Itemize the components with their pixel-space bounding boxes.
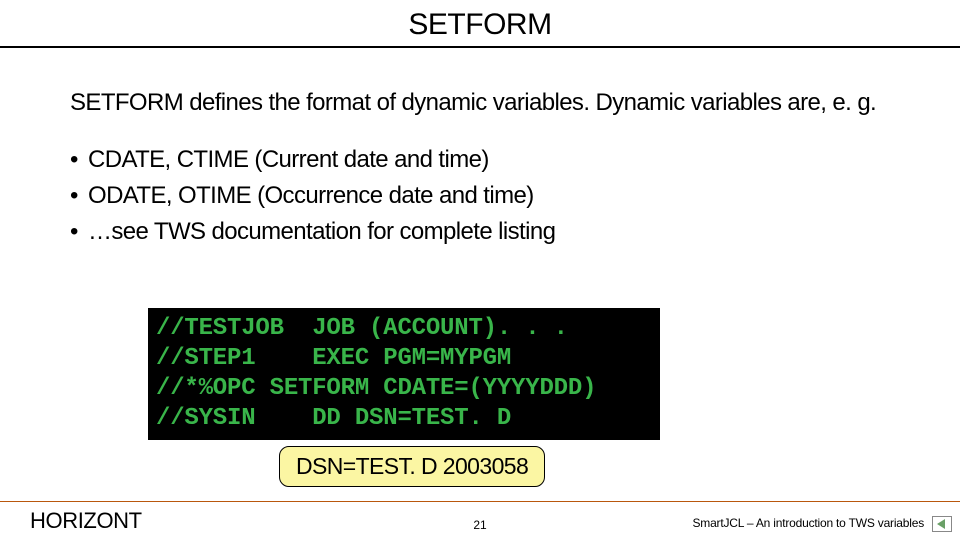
- back-icon[interactable]: [932, 516, 952, 532]
- bullet-dot: •: [70, 142, 88, 178]
- list-item-text: CDATE, CTIME (Current date and time): [88, 142, 489, 178]
- body-area: SETFORM defines the format of dynamic va…: [70, 88, 920, 250]
- list-item: • ODATE, OTIME (Occurrence date and time…: [70, 178, 920, 214]
- bullet-dot: •: [70, 214, 88, 250]
- list-item-text: …see TWS documentation for complete list…: [88, 214, 555, 250]
- code-line: //STEP1 EXEC PGM=MYPGM: [156, 345, 511, 372]
- footer-subtitle: SmartJCL – An introduction to TWS variab…: [692, 516, 924, 530]
- code-block: //TESTJOB JOB (ACCOUNT). . . //STEP1 EXE…: [148, 308, 660, 440]
- page-title: SETFORM: [0, 8, 960, 42]
- code-line: //SYSIN DD DSN=TEST. D: [156, 405, 511, 432]
- list-item: • …see TWS documentation for complete li…: [70, 214, 920, 250]
- bullet-dot: •: [70, 178, 88, 214]
- footer-divider: [0, 501, 960, 502]
- bullet-list: • CDATE, CTIME (Current date and time) •…: [70, 142, 920, 250]
- intro-text: SETFORM defines the format of dynamic va…: [70, 88, 920, 118]
- code-line: //*%OPC SETFORM CDATE=(YYYYDDD): [156, 375, 596, 402]
- title-area: SETFORM: [0, 2, 960, 50]
- callout-box: DSN=TEST. D 2003058: [279, 446, 545, 487]
- title-divider: [0, 46, 960, 48]
- code-line: //TESTJOB JOB (ACCOUNT). . .: [156, 315, 568, 342]
- callout-text: DSN=TEST. D 2003058: [296, 453, 528, 479]
- list-item: • CDATE, CTIME (Current date and time): [70, 142, 920, 178]
- list-item-text: ODATE, OTIME (Occurrence date and time): [88, 178, 534, 214]
- slide: SETFORM SETFORM defines the format of dy…: [0, 0, 960, 540]
